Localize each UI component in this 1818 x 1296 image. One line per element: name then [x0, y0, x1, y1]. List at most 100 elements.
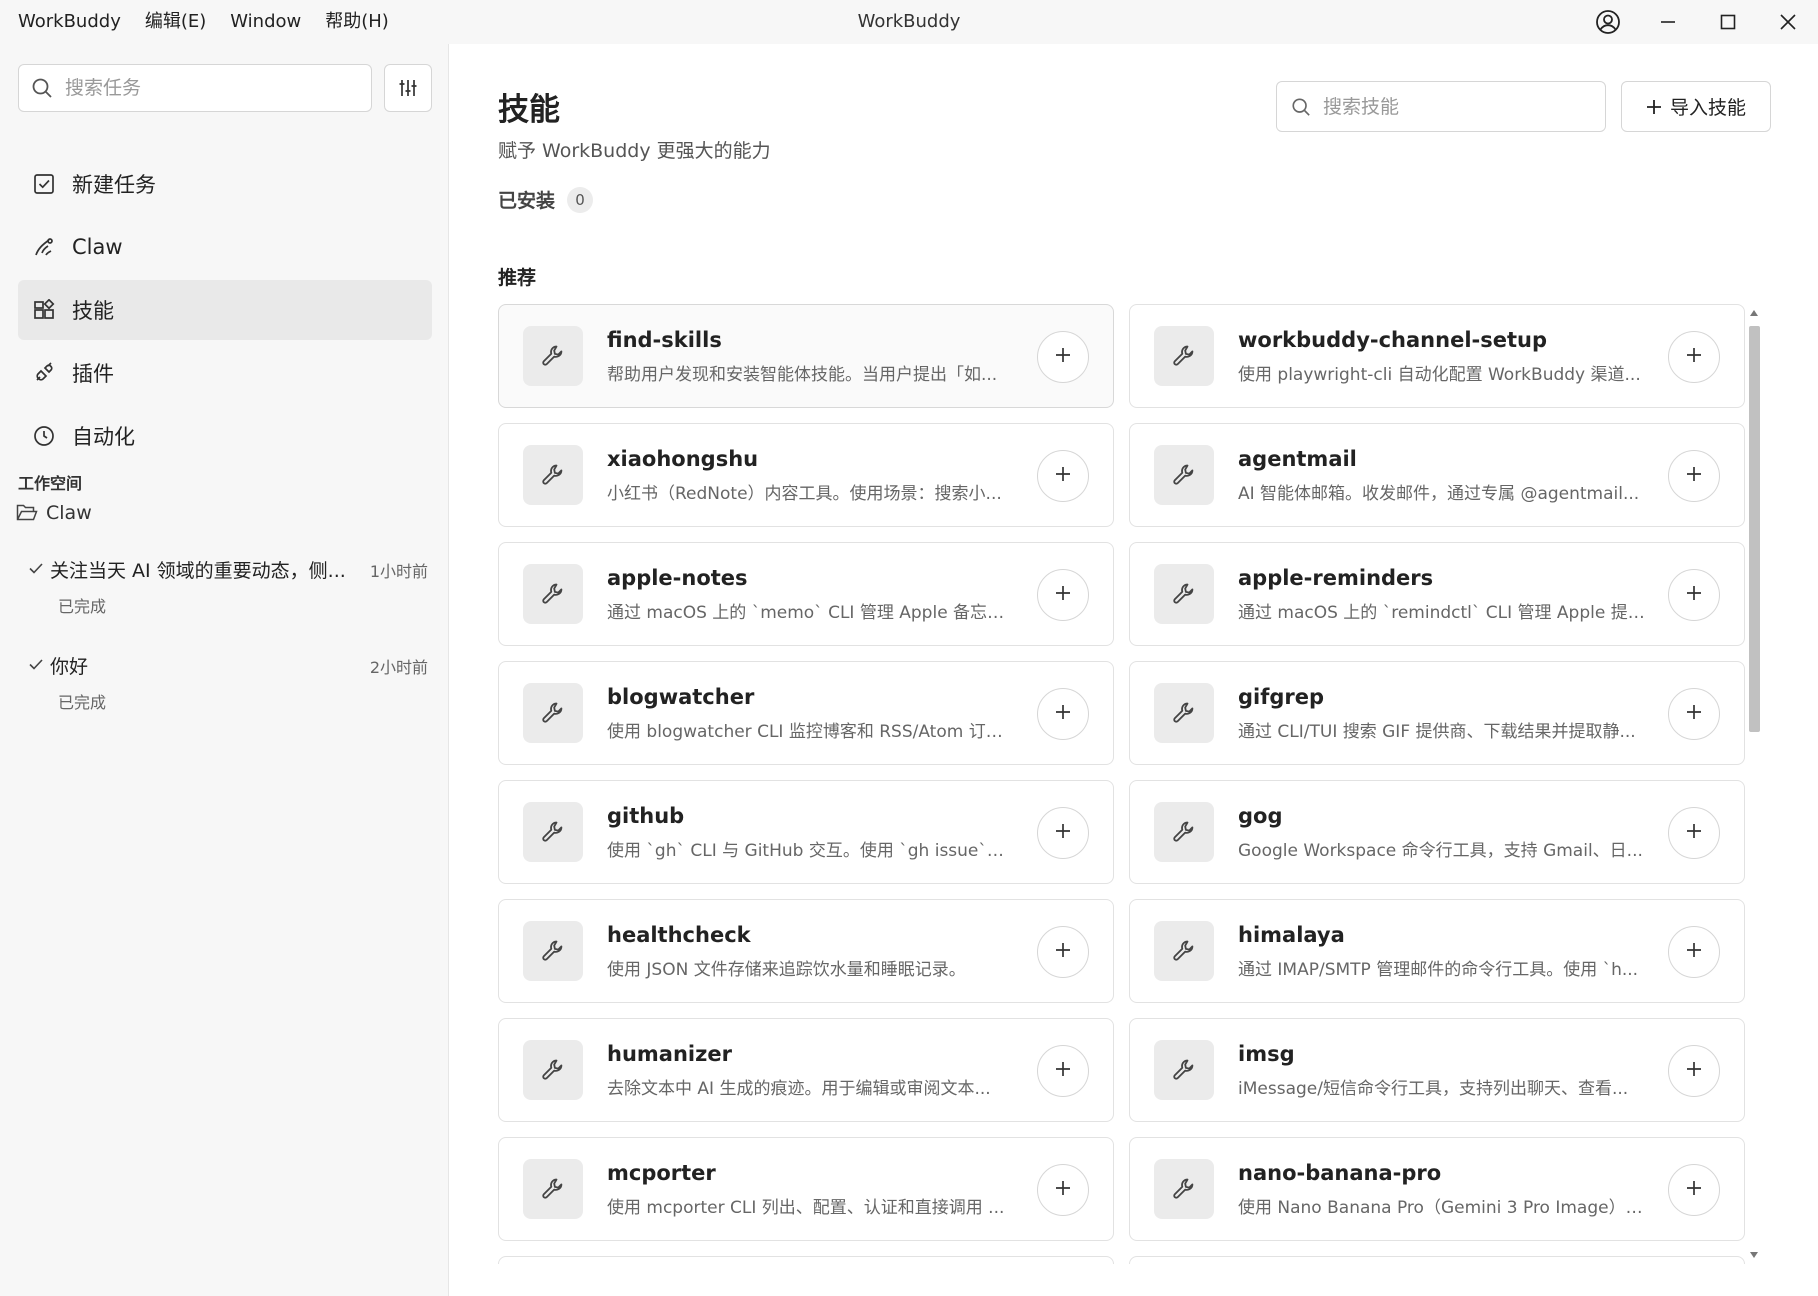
wrench-icon — [523, 683, 583, 743]
skill-name: nano-banana-pro — [1238, 1160, 1442, 1185]
wrench-icon — [1154, 1159, 1214, 1219]
menu-help[interactable]: 帮助(H) — [313, 0, 401, 44]
scroll-up-arrow-icon[interactable] — [1749, 308, 1759, 318]
skill-card[interactable]: himalaya 通过 IMAP/SMTP 管理邮件的命令行工具。使用 `h... — [1129, 899, 1745, 1003]
main-panel: 技能 赋予 WorkBuddy 更强大的能力 已安装 0 导入技能 推荐 fin… — [450, 44, 1818, 1296]
add-skill-button[interactable] — [1037, 688, 1089, 740]
plus-icon — [1054, 941, 1072, 963]
recommended-title: 推荐 — [498, 267, 537, 289]
add-skill-button[interactable] — [1668, 569, 1720, 621]
filter-button[interactable] — [384, 64, 432, 112]
add-skill-button[interactable] — [1668, 1045, 1720, 1097]
skill-card[interactable]: gifgrep 通过 CLI/TUI 搜索 GIF 提供商、下载结果并提取静... — [1129, 661, 1745, 765]
nav-label: 技能 — [72, 299, 114, 323]
skill-card[interactable]: mcporter 使用 mcporter CLI 列出、配置、认证和直接调用 ..… — [498, 1137, 1114, 1241]
skill-name: blogwatcher — [607, 684, 755, 709]
skill-search-box — [1276, 81, 1606, 132]
nav-new-task[interactable]: 新建任务 — [18, 154, 432, 214]
skill-card[interactable]: apple-reminders 通过 macOS 上的 `remindctl` C… — [1129, 542, 1745, 646]
skill-card[interactable]: xiaohongshu 小红书（RedNote）内容工具。使用场景：搜索小... — [498, 423, 1114, 527]
sidebar: 新建任务 Claw 技能 插件 自动化 工作空间 — [0, 44, 449, 1296]
skill-description: 使用 `gh` CLI 与 GitHub 交互。使用 `gh issue`、`.… — [607, 840, 1017, 861]
plug-icon — [32, 361, 56, 385]
add-skill-button[interactable] — [1668, 926, 1720, 978]
skill-name: humanizer — [607, 1041, 732, 1066]
add-skill-button[interactable] — [1037, 1045, 1089, 1097]
skill-card[interactable]: apple-notes 通过 macOS 上的 `memo` CLI 管理 App… — [498, 542, 1114, 646]
skill-card[interactable]: gog Google Workspace 命令行工具，支持 Gmail、日... — [1129, 780, 1745, 884]
workspace-folder[interactable]: Claw — [16, 502, 92, 524]
skill-card[interactable] — [498, 1256, 1114, 1264]
nav-plugins[interactable]: 插件 — [18, 343, 432, 403]
skill-name: apple-reminders — [1238, 565, 1434, 590]
skills-icon — [32, 298, 56, 322]
skill-card[interactable]: find-skills 帮助用户发现和安装智能体技能。当用户提出「如... — [498, 304, 1114, 408]
menu-window[interactable]: Window — [218, 0, 313, 44]
skill-name: agentmail — [1238, 446, 1357, 471]
scroll-thumb[interactable] — [1749, 326, 1760, 732]
plus-icon — [1685, 822, 1703, 844]
task-item[interactable]: 关注当天 AI 领域的重要动态，侧... 1小时前 已完成 — [28, 556, 428, 617]
plus-icon — [1685, 584, 1703, 606]
add-skill-button[interactable] — [1668, 807, 1720, 859]
wrench-icon — [523, 326, 583, 386]
nav-label: 插件 — [72, 362, 114, 386]
search-icon — [1292, 97, 1310, 116]
window-controls — [1578, 0, 1818, 44]
skill-card[interactable]: blogwatcher 使用 blogwatcher CLI 监控博客和 RSS/… — [498, 661, 1114, 765]
menu-app[interactable]: WorkBuddy — [6, 0, 133, 44]
add-skill-button[interactable] — [1037, 450, 1089, 502]
plus-icon — [1054, 346, 1072, 368]
skill-card[interactable]: nano-banana-pro 使用 Nano Banana Pro（Gemini… — [1129, 1137, 1745, 1241]
skill-description: 小红书（RedNote）内容工具。使用场景：搜索小... — [607, 483, 1002, 504]
wrench-icon — [1154, 802, 1214, 862]
maximize-button[interactable] — [1698, 0, 1758, 44]
skill-card[interactable]: imsg iMessage/短信命令行工具，支持列出聊天、查看... — [1129, 1018, 1745, 1122]
task-item[interactable]: 你好 2小时前 已完成 — [28, 652, 428, 713]
task-search-input[interactable] — [65, 77, 345, 99]
add-skill-button[interactable] — [1037, 569, 1089, 621]
nav-automation[interactable]: 自动化 — [18, 406, 432, 466]
task-title: 关注当天 AI 领域的重要动态，侧... — [50, 560, 346, 582]
nav-label: 新建任务 — [72, 173, 156, 197]
skill-card[interactable]: workbuddy-channel-setup 使用 playwright-cli… — [1129, 304, 1745, 408]
minimize-button[interactable] — [1638, 0, 1698, 44]
scroll-down-arrow-icon[interactable] — [1749, 1250, 1759, 1260]
wrench-icon — [1154, 921, 1214, 981]
add-skill-button[interactable] — [1037, 331, 1089, 383]
add-skill-button[interactable] — [1668, 1164, 1720, 1216]
skill-description: 帮助用户发现和安装智能体技能。当用户提出「如... — [607, 364, 998, 385]
skill-search-input[interactable] — [1323, 95, 1593, 118]
claw-icon — [32, 235, 56, 259]
import-skill-button[interactable]: 导入技能 — [1621, 81, 1771, 132]
installed-section[interactable]: 已安装 0 — [498, 186, 594, 213]
wrench-icon — [1154, 1040, 1214, 1100]
plus-icon — [1685, 1060, 1703, 1082]
wrench-icon — [1154, 564, 1214, 624]
plus-icon — [1685, 465, 1703, 487]
skill-name: workbuddy-channel-setup — [1238, 327, 1547, 352]
sliders-icon — [399, 80, 417, 96]
add-skill-button[interactable] — [1037, 807, 1089, 859]
skill-name: healthcheck — [607, 922, 751, 947]
add-skill-button[interactable] — [1037, 1164, 1089, 1216]
menu-edit[interactable]: 编辑(E) — [133, 0, 218, 44]
account-button[interactable] — [1578, 0, 1638, 44]
task-time: 2小时前 — [369, 657, 428, 677]
skill-card[interactable]: github 使用 `gh` CLI 与 GitHub 交互。使用 `gh iss… — [498, 780, 1114, 884]
add-skill-button[interactable] — [1037, 926, 1089, 978]
skill-card[interactable]: humanizer 去除文本中 AI 生成的痕迹。用于编辑或审阅文本... — [498, 1018, 1114, 1122]
wrench-icon — [523, 564, 583, 624]
scrollbar[interactable] — [1746, 304, 1762, 1264]
skill-card[interactable]: agentmail AI 智能体邮箱。收发邮件，通过专属 @agentmail..… — [1129, 423, 1745, 527]
add-skill-button[interactable] — [1668, 450, 1720, 502]
nav-claw[interactable]: Claw — [18, 217, 432, 277]
add-skill-button[interactable] — [1668, 331, 1720, 383]
task-time: 1小时前 — [369, 561, 428, 581]
skill-card[interactable]: healthcheck 使用 JSON 文件存储来追踪饮水量和睡眠记录。 — [498, 899, 1114, 1003]
add-skill-button[interactable] — [1668, 688, 1720, 740]
nav-skills[interactable]: 技能 — [18, 280, 432, 340]
account-icon — [1596, 10, 1620, 34]
close-button[interactable] — [1758, 0, 1818, 44]
skill-card[interactable] — [1129, 1256, 1745, 1264]
